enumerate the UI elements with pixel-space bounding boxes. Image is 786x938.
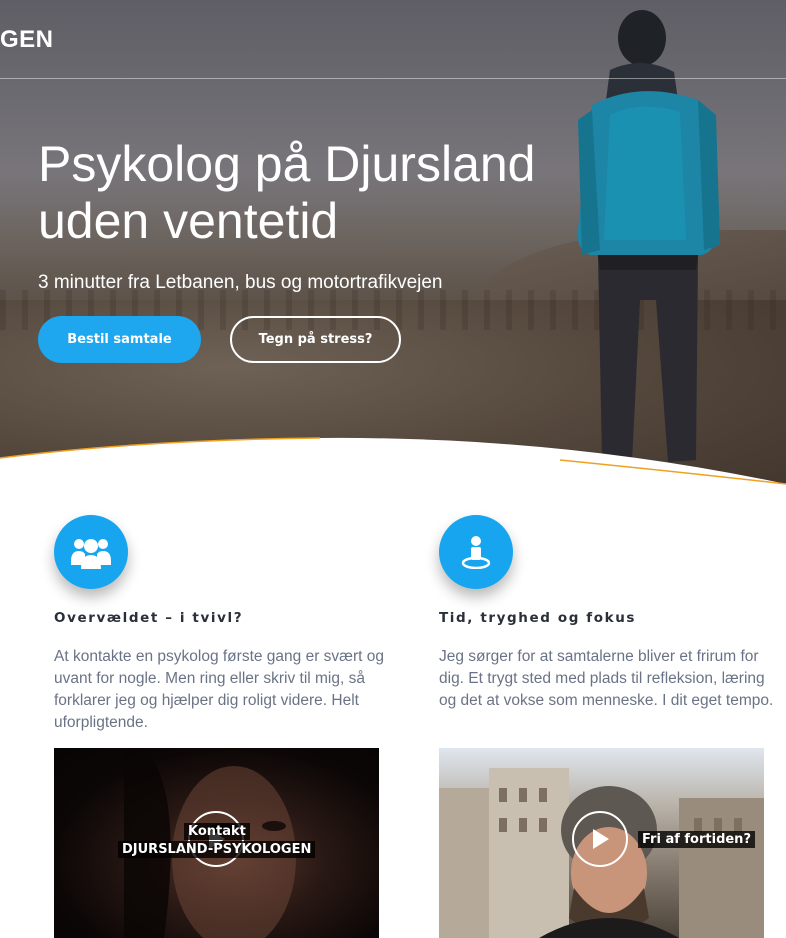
feature-text: At kontakte en psykolog første gang er s… — [54, 648, 384, 731]
video-label: Fri af fortiden? — [638, 831, 755, 848]
users-group-icon — [54, 515, 128, 589]
hero-subtitle: 3 minutter fra Letbanen, bus og motortra… — [38, 272, 443, 293]
book-session-button[interactable]: Bestil samtale — [38, 316, 201, 363]
feature-title: Overvældet – i tvivl? — [54, 610, 244, 626]
hero-title-line-2: uden ventetid — [38, 193, 339, 249]
contact-video[interactable]: Kontakt DJURSLAND-PSYKOLOGEN — [54, 748, 379, 938]
feature-title: Tid, tryghed og fokus — [439, 610, 637, 626]
past-video[interactable]: Fri af fortiden? — [439, 748, 764, 938]
video-label-line-2: DJURSLAND-PSYKOLOGEN — [118, 841, 316, 858]
person-on-spot-icon — [439, 515, 513, 589]
site-logo[interactable]: GEN — [0, 26, 54, 54]
header-divider — [0, 78, 786, 79]
hero-title: Psykolog på Djursland uden ventetid — [38, 136, 638, 250]
play-button[interactable] — [572, 811, 628, 867]
hero-curve-divider — [0, 437, 786, 510]
feature-text: Jeg sørger for at samtalerne bliver et f… — [439, 648, 774, 709]
hero-title-line-1: Psykolog på Djursland — [38, 136, 536, 192]
video-label-line-1: Kontakt — [184, 823, 250, 840]
stress-signs-button[interactable]: Tegn på stress? — [230, 316, 401, 363]
